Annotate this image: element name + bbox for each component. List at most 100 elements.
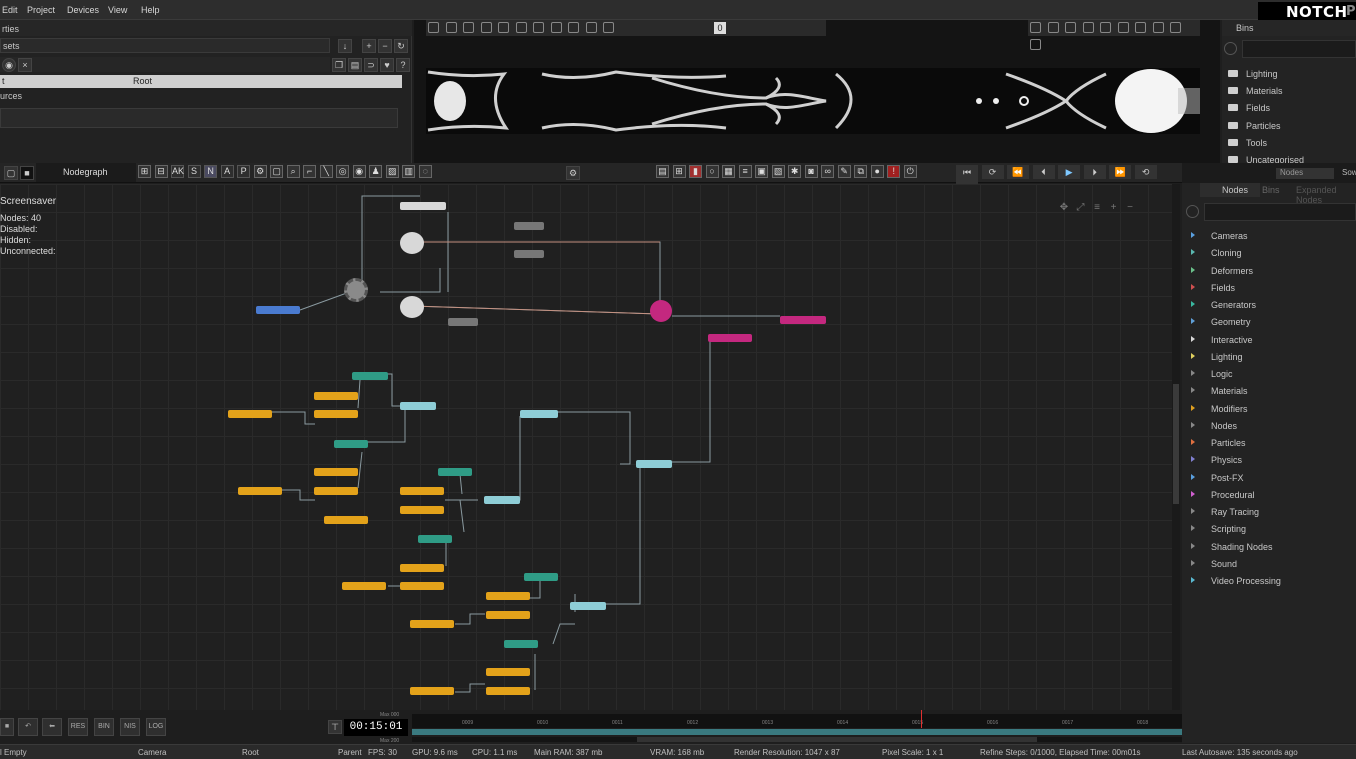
link-icon[interactable]: ∞: [821, 165, 835, 178]
copy-icon[interactable]: ❐: [332, 58, 346, 72]
help-icon[interactable]: ?: [396, 58, 410, 72]
menu-devices[interactable]: Devices: [67, 5, 99, 15]
minus-icon[interactable]: −: [378, 39, 392, 53]
bin-item[interactable]: Lighting: [1222, 67, 1356, 81]
node-category-item[interactable]: Geometry: [1182, 315, 1356, 329]
search-icon[interactable]: ⌕: [286, 165, 300, 178]
window-icon[interactable]: ▢: [4, 166, 18, 180]
circle-icon[interactable]: ○: [705, 165, 719, 178]
rotate-icon[interactable]: [445, 22, 457, 33]
node[interactable]: [486, 592, 530, 600]
log-button[interactable]: LOG: [146, 718, 166, 736]
snap-a-button[interactable]: A: [220, 165, 234, 178]
node-category-item[interactable]: Lighting: [1182, 350, 1356, 364]
skip-start-icon[interactable]: ⏮: [956, 165, 978, 179]
target-icon[interactable]: ◉: [352, 165, 366, 178]
tree-icon[interactable]: ⊟: [154, 165, 168, 178]
step-back-icon[interactable]: ⏴: [1032, 165, 1055, 179]
node-category-item[interactable]: Scripting: [1182, 522, 1356, 536]
star-icon[interactable]: ✱: [788, 165, 802, 178]
node-category-item[interactable]: Sound: [1182, 557, 1356, 571]
arrow-down-icon[interactable]: ↓: [338, 39, 352, 53]
diamond-icon[interactable]: [515, 22, 527, 33]
undo-icon[interactable]: ↶: [18, 718, 38, 736]
step-forward-icon[interactable]: ⏵: [1083, 165, 1106, 179]
undo-icon[interactable]: [1100, 22, 1112, 33]
timeline-track[interactable]: [412, 729, 1182, 735]
node-category-item[interactable]: Deformers: [1182, 264, 1356, 278]
rotate-icon[interactable]: [1082, 22, 1094, 33]
tab-nodes[interactable]: Nodes: [1200, 183, 1260, 197]
record-icon[interactable]: ●: [870, 165, 884, 178]
bin-item[interactable]: Tools: [1222, 136, 1356, 150]
bins-search-input[interactable]: [1242, 40, 1356, 58]
node[interactable]: [314, 468, 358, 476]
move-icon[interactable]: [463, 22, 475, 33]
search-icon[interactable]: [1186, 205, 1199, 218]
cycle-icon[interactable]: ◌: [418, 165, 432, 178]
camera-icon[interactable]: [568, 22, 580, 33]
axis-icon[interactable]: [428, 22, 439, 33]
node[interactable]: [314, 392, 358, 400]
fit-icon[interactable]: ⤢: [1075, 202, 1087, 214]
node[interactable]: [780, 316, 826, 324]
alert-icon[interactable]: !: [887, 165, 901, 178]
bin-item[interactable]: Materials: [1222, 84, 1356, 98]
camera-node[interactable]: [400, 232, 424, 254]
menu-help[interactable]: Help: [141, 5, 160, 15]
node-category-item[interactable]: Particles: [1182, 436, 1356, 450]
assets-dropdown[interactable]: sets: [0, 38, 330, 53]
loop-end-icon[interactable]: ⟲: [1134, 165, 1157, 179]
add-icon[interactable]: +: [362, 39, 376, 53]
prev-icon[interactable]: ■: [0, 718, 14, 736]
brush-icon[interactable]: ✎: [837, 165, 851, 178]
node-category-item[interactable]: Physics: [1182, 453, 1356, 467]
node[interactable]: [400, 564, 444, 572]
fast-forward-icon[interactable]: ⏩: [1109, 165, 1132, 179]
node-category-item[interactable]: Cloning: [1182, 246, 1356, 260]
node[interactable]: [418, 535, 452, 543]
node-category-item[interactable]: Interactive: [1182, 333, 1356, 347]
node[interactable]: [324, 516, 368, 524]
layers-icon[interactable]: ≡: [738, 165, 752, 178]
res-button[interactable]: RES: [68, 718, 88, 736]
menu-project[interactable]: Project: [27, 5, 55, 15]
node[interactable]: [410, 620, 454, 628]
node-category-item[interactable]: Post-FX: [1182, 471, 1356, 485]
stop-icon[interactable]: ■: [20, 166, 34, 180]
node[interactable]: [484, 496, 520, 504]
node-category-item[interactable]: Fields: [1182, 281, 1356, 295]
fit-icon[interactable]: [1152, 22, 1164, 33]
menu-view[interactable]: View: [108, 5, 127, 15]
render-node[interactable]: [650, 300, 672, 322]
node[interactable]: [334, 440, 368, 448]
layout-icon[interactable]: ⊞: [138, 165, 151, 178]
node[interactable]: [438, 468, 472, 476]
search-icon[interactable]: [1224, 42, 1237, 55]
node[interactable]: [400, 202, 446, 210]
node-category-item[interactable]: Procedural: [1182, 488, 1356, 502]
snap-n-button[interactable]: N: [204, 165, 218, 178]
node[interactable]: [400, 582, 444, 590]
snap-s-button[interactable]: S: [187, 165, 201, 178]
scroll-icon[interactable]: ▥: [402, 165, 416, 178]
screenshot-icon[interactable]: [1170, 22, 1182, 33]
tab-nodegraph[interactable]: Nodegraph: [36, 163, 136, 182]
node[interactable]: [400, 402, 436, 410]
paste-icon[interactable]: ▤: [348, 58, 362, 72]
move-icon[interactable]: ✥: [1058, 202, 1070, 214]
gear-icon[interactable]: ⚙: [566, 166, 580, 180]
scrollbar-thumb[interactable]: [1173, 384, 1179, 504]
node[interactable]: [314, 487, 358, 495]
bin-item[interactable]: Uncategorised: [1222, 153, 1356, 163]
person-icon[interactable]: ♟: [369, 165, 383, 178]
light-node[interactable]: [400, 296, 424, 318]
node[interactable]: [570, 602, 606, 610]
window-icon[interactable]: ▣: [755, 165, 769, 178]
node[interactable]: [238, 487, 282, 495]
target-icon[interactable]: ◉: [2, 58, 16, 72]
tab-bins[interactable]: Bins: [1262, 185, 1280, 195]
node[interactable]: [514, 250, 544, 258]
zoom-out-icon[interactable]: −: [1124, 202, 1136, 214]
move-icon[interactable]: [1047, 22, 1059, 33]
